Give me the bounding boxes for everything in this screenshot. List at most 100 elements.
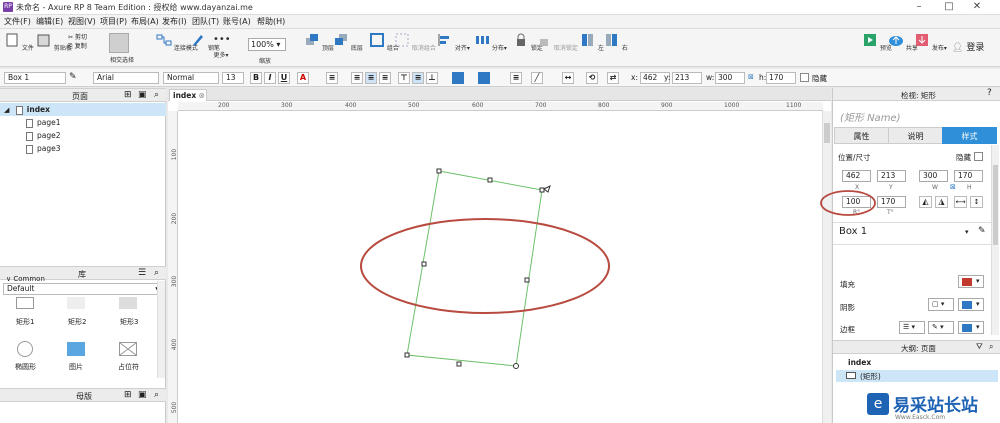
tab-notes[interactable]: 说明 — [888, 127, 943, 144]
scroll-thumb[interactable] — [824, 123, 830, 143]
distribute-button[interactable]: 分布▾ — [474, 33, 507, 52]
placeholder-widget-icon[interactable] — [119, 342, 137, 356]
flip-horizontal-icon[interactable]: ◮ — [935, 196, 948, 208]
left-button[interactable]: 左 — [580, 33, 604, 52]
resize-handle[interactable] — [487, 177, 493, 183]
rotation-handle[interactable] — [513, 363, 519, 369]
align-center-text-icon[interactable]: ≡ — [365, 72, 377, 84]
search-library-icon[interactable]: ⌕ — [154, 268, 159, 278]
flip-icon[interactable]: ⇄ — [607, 72, 619, 84]
valign-middle-icon[interactable]: ≡ — [412, 72, 424, 84]
maximize-icon[interactable]: □ — [938, 0, 960, 14]
login-button[interactable]: 👤︎ 登录 — [952, 40, 984, 53]
close-icon[interactable]: ✕ — [966, 0, 988, 14]
fill-color-picker[interactable]: ▾ — [958, 275, 984, 288]
page-tree-item[interactable]: page3 — [0, 142, 166, 155]
border-color-picker[interactable]: ▾ — [958, 321, 984, 334]
canvas-vertical-scrollbar[interactable] — [822, 111, 831, 423]
menu-help[interactable]: 帮助(H) — [257, 16, 285, 27]
inspector-y-field[interactable]: 213 — [877, 170, 906, 182]
select-mode-icon[interactable] — [109, 33, 129, 53]
menu-file[interactable]: 文件(F) — [4, 16, 31, 27]
add-page-icon[interactable]: ⊞ — [124, 90, 132, 100]
shape-name-field[interactable]: (矩形 Name) — [840, 109, 900, 124]
copy-button[interactable]: ⎘ 复制 — [68, 42, 87, 51]
resize-handle[interactable] — [524, 277, 530, 283]
inspector-x-field[interactable]: 462 — [842, 170, 871, 182]
font-weight-select[interactable]: Normal — [163, 72, 219, 84]
valign-bottom-icon[interactable]: ⊥ — [426, 72, 438, 84]
page-tree-item[interactable]: page2 — [0, 129, 166, 142]
font-family-select[interactable]: Arial — [93, 72, 159, 84]
page-tree-root[interactable]: ◢ index — [0, 103, 166, 116]
menu-publish[interactable]: 发布(I) — [162, 16, 187, 27]
style-edit-icon[interactable]: ✎ — [69, 72, 77, 82]
inspector-scrollbar[interactable] — [991, 145, 999, 335]
search-pages-icon[interactable]: ⌕ — [154, 90, 159, 100]
shape-style-select[interactable]: Box 1 — [4, 72, 66, 84]
right-button[interactable]: 右 — [604, 33, 628, 52]
file-button[interactable]: 文件 — [4, 33, 34, 52]
publish-button[interactable]: 发布▾ — [914, 33, 947, 52]
ungroup-button[interactable]: 取消组合 — [394, 33, 436, 52]
outline-root[interactable]: index — [848, 358, 871, 367]
search-outline-icon[interactable]: ⌕ — [989, 342, 993, 352]
shadow-style-picker[interactable]: ▢ ▾ — [928, 298, 954, 311]
menu-layout[interactable]: 布局(A) — [131, 16, 159, 27]
rectangle1-widget-icon[interactable] — [16, 297, 34, 309]
rectangle3-widget-icon[interactable] — [119, 297, 137, 309]
underline-button[interactable]: U — [278, 72, 290, 84]
outline-item[interactable]: (矩形) — [836, 370, 998, 382]
add-folder-icon[interactable]: ▣ — [138, 90, 147, 100]
font-color-button[interactable]: A — [297, 72, 309, 84]
search-masters-icon[interactable]: ⌕ — [154, 390, 159, 400]
line-style-icon[interactable]: ╱ — [531, 72, 543, 84]
help-icon[interactable]: ? — [987, 88, 992, 98]
add-master-folder-icon[interactable]: ▣ — [138, 390, 147, 400]
link-size-icon[interactable]: ⊠ — [748, 73, 754, 81]
flip-vertical-icon[interactable]: ◭ — [919, 196, 932, 208]
more-button[interactable]: ••• 更多▾ — [213, 33, 231, 59]
page-tree-item[interactable]: page1 — [0, 116, 166, 129]
resize-handle[interactable] — [421, 261, 427, 267]
paste-button[interactable]: 剪贴板 — [36, 33, 72, 52]
border-width-picker[interactable]: ☰ ▾ — [899, 321, 925, 334]
zoom-select[interactable]: 100% ▾ — [248, 38, 286, 51]
shadow-color-picker[interactable]: ▾ — [958, 298, 984, 311]
valign-top-icon[interactable]: ⊤ — [398, 72, 410, 84]
resize-handle[interactable] — [404, 352, 410, 358]
unlock-button[interactable]: 取消锁定 — [536, 33, 578, 52]
line-color-icon[interactable] — [478, 72, 490, 84]
align-left-text-icon[interactable]: ≡ — [351, 72, 363, 84]
italic-button[interactable]: I — [264, 72, 276, 84]
resize-handle[interactable] — [436, 168, 442, 174]
bold-button[interactable]: B — [250, 72, 262, 84]
inspector-w-field[interactable]: 300 — [919, 170, 948, 182]
menu-team[interactable]: 团队(T) — [192, 16, 219, 27]
inspector-hidden-checkbox[interactable] — [974, 152, 983, 161]
ellipse-widget-icon[interactable] — [17, 341, 33, 357]
common-group[interactable]: ∨ Common — [6, 275, 45, 283]
cut-button[interactable]: ✂ 剪切 — [68, 33, 87, 42]
font-size-select[interactable]: 13 — [222, 72, 244, 84]
menu-view[interactable]: 视图(V) — [68, 16, 96, 27]
line-width-icon[interactable]: ≡ — [510, 72, 522, 84]
style-edit-icon[interactable]: ✎ — [978, 226, 986, 236]
text-rotation-field[interactable]: 170 — [877, 196, 906, 208]
rotate-icon[interactable]: ⟲ — [586, 72, 598, 84]
library-select[interactable]: Default▾ — [3, 283, 163, 295]
fit-height-icon[interactable]: ↕ — [970, 196, 983, 208]
rotated-rectangle[interactable] — [406, 170, 543, 367]
filter-icon[interactable]: ⛛ — [976, 342, 983, 352]
library-menu-icon[interactable]: ☰ — [138, 268, 146, 278]
scroll-thumb[interactable] — [993, 165, 998, 245]
close-tab-icon[interactable]: ⊗ — [199, 91, 205, 100]
align-right-text-icon[interactable]: ≡ — [379, 72, 391, 84]
arrow-style-icon[interactable]: ↔ — [562, 72, 574, 84]
border-style-picker[interactable]: ✎ ▾ — [928, 321, 954, 334]
fit-width-icon[interactable]: ⟷ — [954, 196, 967, 208]
add-master-icon[interactable]: ⊞ — [124, 390, 132, 400]
collapse-icon[interactable]: ◢ — [4, 106, 9, 114]
send-to-bottom-button[interactable]: 底层 — [333, 33, 363, 52]
library-scrollbar[interactable] — [157, 281, 165, 378]
